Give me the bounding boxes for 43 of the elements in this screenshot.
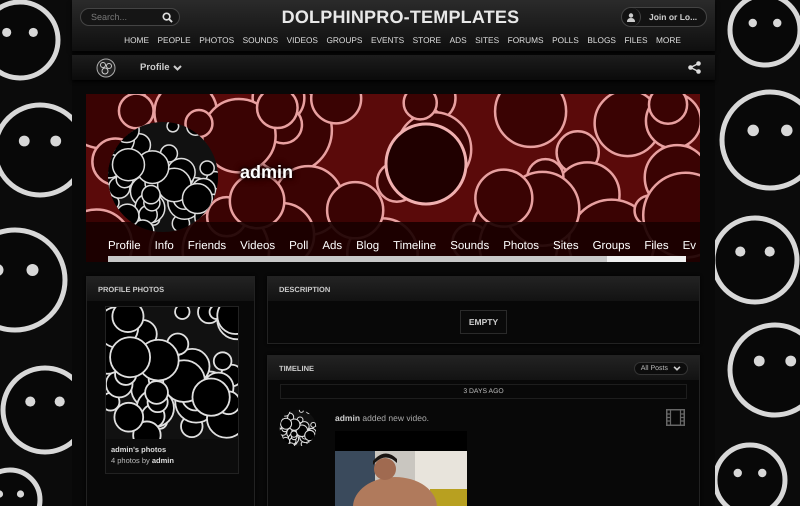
profile-tab[interactable]: Blog	[356, 240, 380, 252]
profile-tab[interactable]: Ev	[682, 240, 696, 252]
nav-link[interactable]: FILES	[624, 35, 648, 45]
profile-tab[interactable]: Files	[644, 240, 669, 252]
nav-link[interactable]: MORE	[656, 35, 681, 45]
chevron-icon	[172, 64, 182, 70]
nav-link[interactable]: GROUPS	[326, 35, 362, 45]
nav-link[interactable]: VIDEOS	[286, 35, 318, 45]
avatar-icon[interactable]	[96, 58, 116, 78]
profile-tab[interactable]: Profile	[108, 240, 141, 252]
share-icon[interactable]	[688, 61, 701, 74]
nav-link[interactable]: ADS	[450, 35, 467, 45]
nav-link[interactable]: SITES	[475, 35, 500, 45]
scrollbar[interactable]	[108, 256, 686, 262]
user-icon	[627, 12, 635, 22]
nav-link[interactable]: EVENTS	[370, 35, 404, 45]
profile-tab[interactable]: Sites	[553, 240, 579, 252]
join-button[interactable]: Join or Lo...	[621, 7, 707, 27]
nav-link[interactable]: SOUNDS	[242, 35, 278, 45]
nav-link[interactable]: PHOTOS	[199, 35, 234, 45]
profile-tab[interactable]: Photos	[503, 240, 540, 252]
profile-tab[interactable]: Poll	[289, 240, 308, 252]
profile-tab[interactable]: Ads	[322, 240, 342, 252]
profile-tab[interactable]: Groups	[592, 240, 630, 252]
site-title[interactable]: DOLPHINPRO-TEMPLATES	[180, 6, 621, 28]
chevron-icon	[673, 366, 681, 370]
author-avatar[interactable]	[279, 409, 317, 447]
profile-tab[interactable]: Info	[154, 240, 174, 252]
profile-tab[interactable]: Timeline	[393, 240, 436, 252]
profile-tab[interactable]: Friends	[188, 240, 226, 252]
nav-link[interactable]: FORUMS	[508, 35, 544, 45]
film-icon	[666, 409, 685, 426]
nav-link[interactable]: POLLS	[552, 35, 579, 45]
nav-link[interactable]: HOME	[124, 35, 149, 45]
post-text: admin added new video.	[335, 413, 430, 423]
empty-label: EMPTY	[460, 310, 508, 334]
nav-link[interactable]: PEOPLE	[158, 35, 191, 45]
profile-menu[interactable]: Profile	[140, 62, 182, 73]
profile-tab[interactable]: Videos	[240, 240, 276, 252]
nav-link[interactable]: BLOGS	[587, 35, 616, 45]
search-icon[interactable]	[162, 12, 173, 23]
nav-link[interactable]: STORE	[412, 35, 442, 45]
search-field[interactable]: Search...	[80, 8, 180, 26]
